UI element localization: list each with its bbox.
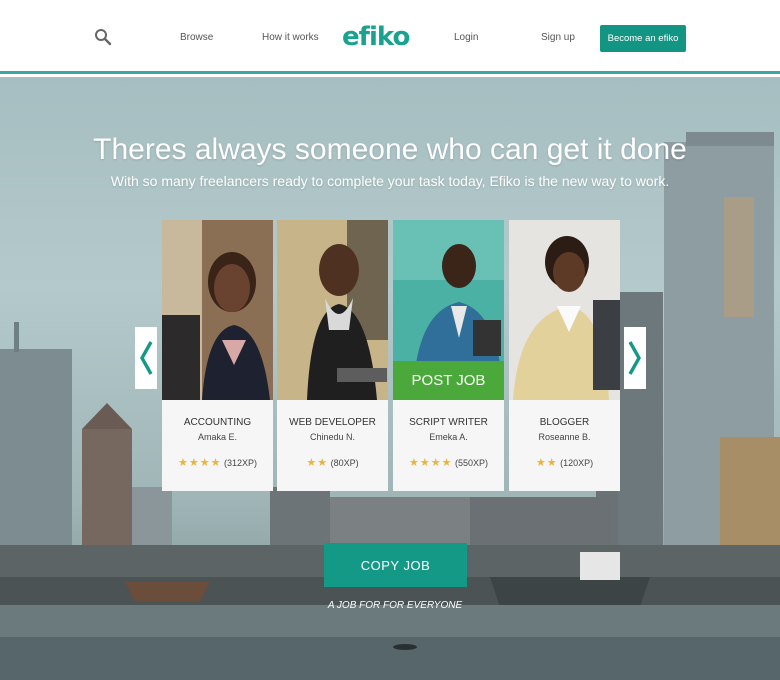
star-rating-icon: ★★ bbox=[306, 457, 329, 469]
logo[interactable]: efiko bbox=[342, 22, 410, 52]
search-icon[interactable] bbox=[94, 28, 112, 46]
card-person: Roseanne B. bbox=[538, 432, 591, 442]
job-card-script-writer[interactable]: POST JOB SCRIPT WRITER Emeka A. ★★★★ (55… bbox=[393, 220, 504, 491]
star-rating-icon: ★★ bbox=[535, 457, 558, 469]
card-title: BLOGGER bbox=[539, 417, 590, 428]
hero-subhead: With so many freelancers ready to comple… bbox=[110, 173, 670, 189]
city-skyline-background bbox=[0, 132, 780, 680]
hero-section: Theres always someone who can get it don… bbox=[0, 77, 780, 680]
copy-job-button[interactable]: COPY JOB bbox=[324, 543, 467, 587]
nav-browse-link[interactable]: Browse bbox=[180, 32, 213, 43]
card-xp: (550XP) bbox=[454, 458, 488, 468]
tagline: A JOB FOR FOR EVERYONE bbox=[327, 600, 463, 611]
top-nav: Browse How it works efiko Login Sign up … bbox=[0, 0, 780, 74]
star-rating-icon: ★★★★ bbox=[409, 457, 453, 469]
card-title: WEB DEVELOPER bbox=[289, 417, 376, 428]
card-xp: (312XP) bbox=[223, 458, 257, 468]
nav-how-it-works-link[interactable]: How it works bbox=[262, 32, 319, 43]
card-rating: ★★★★ (550XP) bbox=[393, 456, 504, 469]
job-card-accounting[interactable]: ACCOUNTING Amaka E. ★★★★ (312XP) bbox=[162, 220, 273, 491]
chevron-left-icon bbox=[140, 341, 153, 375]
carousel-prev-button[interactable] bbox=[135, 327, 157, 389]
card-title: SCRIPT WRITER bbox=[409, 417, 488, 428]
freelancer-photo bbox=[277, 220, 388, 400]
card-title: ACCOUNTING bbox=[183, 417, 252, 428]
star-rating-icon: ★★★★ bbox=[178, 457, 222, 469]
freelancer-photo bbox=[162, 220, 273, 400]
card-xp: (80XP) bbox=[330, 458, 359, 468]
card-person: Chinedu N. bbox=[309, 432, 356, 442]
nav-login-link[interactable]: Login bbox=[454, 32, 478, 43]
post-job-button[interactable]: POST JOB bbox=[393, 361, 504, 400]
card-rating: ★★ (80XP) bbox=[277, 456, 388, 469]
carousel-next-button[interactable] bbox=[624, 327, 646, 389]
nav-signup-link[interactable]: Sign up bbox=[541, 32, 575, 43]
chevron-right-icon bbox=[628, 341, 641, 375]
card-rating: ★★ (120XP) bbox=[509, 456, 620, 469]
card-xp: (120XP) bbox=[560, 458, 594, 468]
card-person: Amaka E. bbox=[197, 432, 237, 442]
become-an-efiko-button[interactable]: Become an efiko bbox=[600, 25, 686, 52]
freelancer-photo bbox=[509, 220, 620, 400]
job-card-web-developer[interactable]: WEB DEVELOPER Chinedu N. ★★ (80XP) bbox=[277, 220, 388, 491]
job-card-blogger[interactable]: BLOGGER Roseanne B. ★★ (120XP) bbox=[509, 220, 620, 491]
card-person: Emeka A. bbox=[429, 432, 468, 442]
hero-headline: Theres always someone who can get it don… bbox=[93, 133, 687, 166]
card-rating: ★★★★ (312XP) bbox=[162, 456, 273, 469]
